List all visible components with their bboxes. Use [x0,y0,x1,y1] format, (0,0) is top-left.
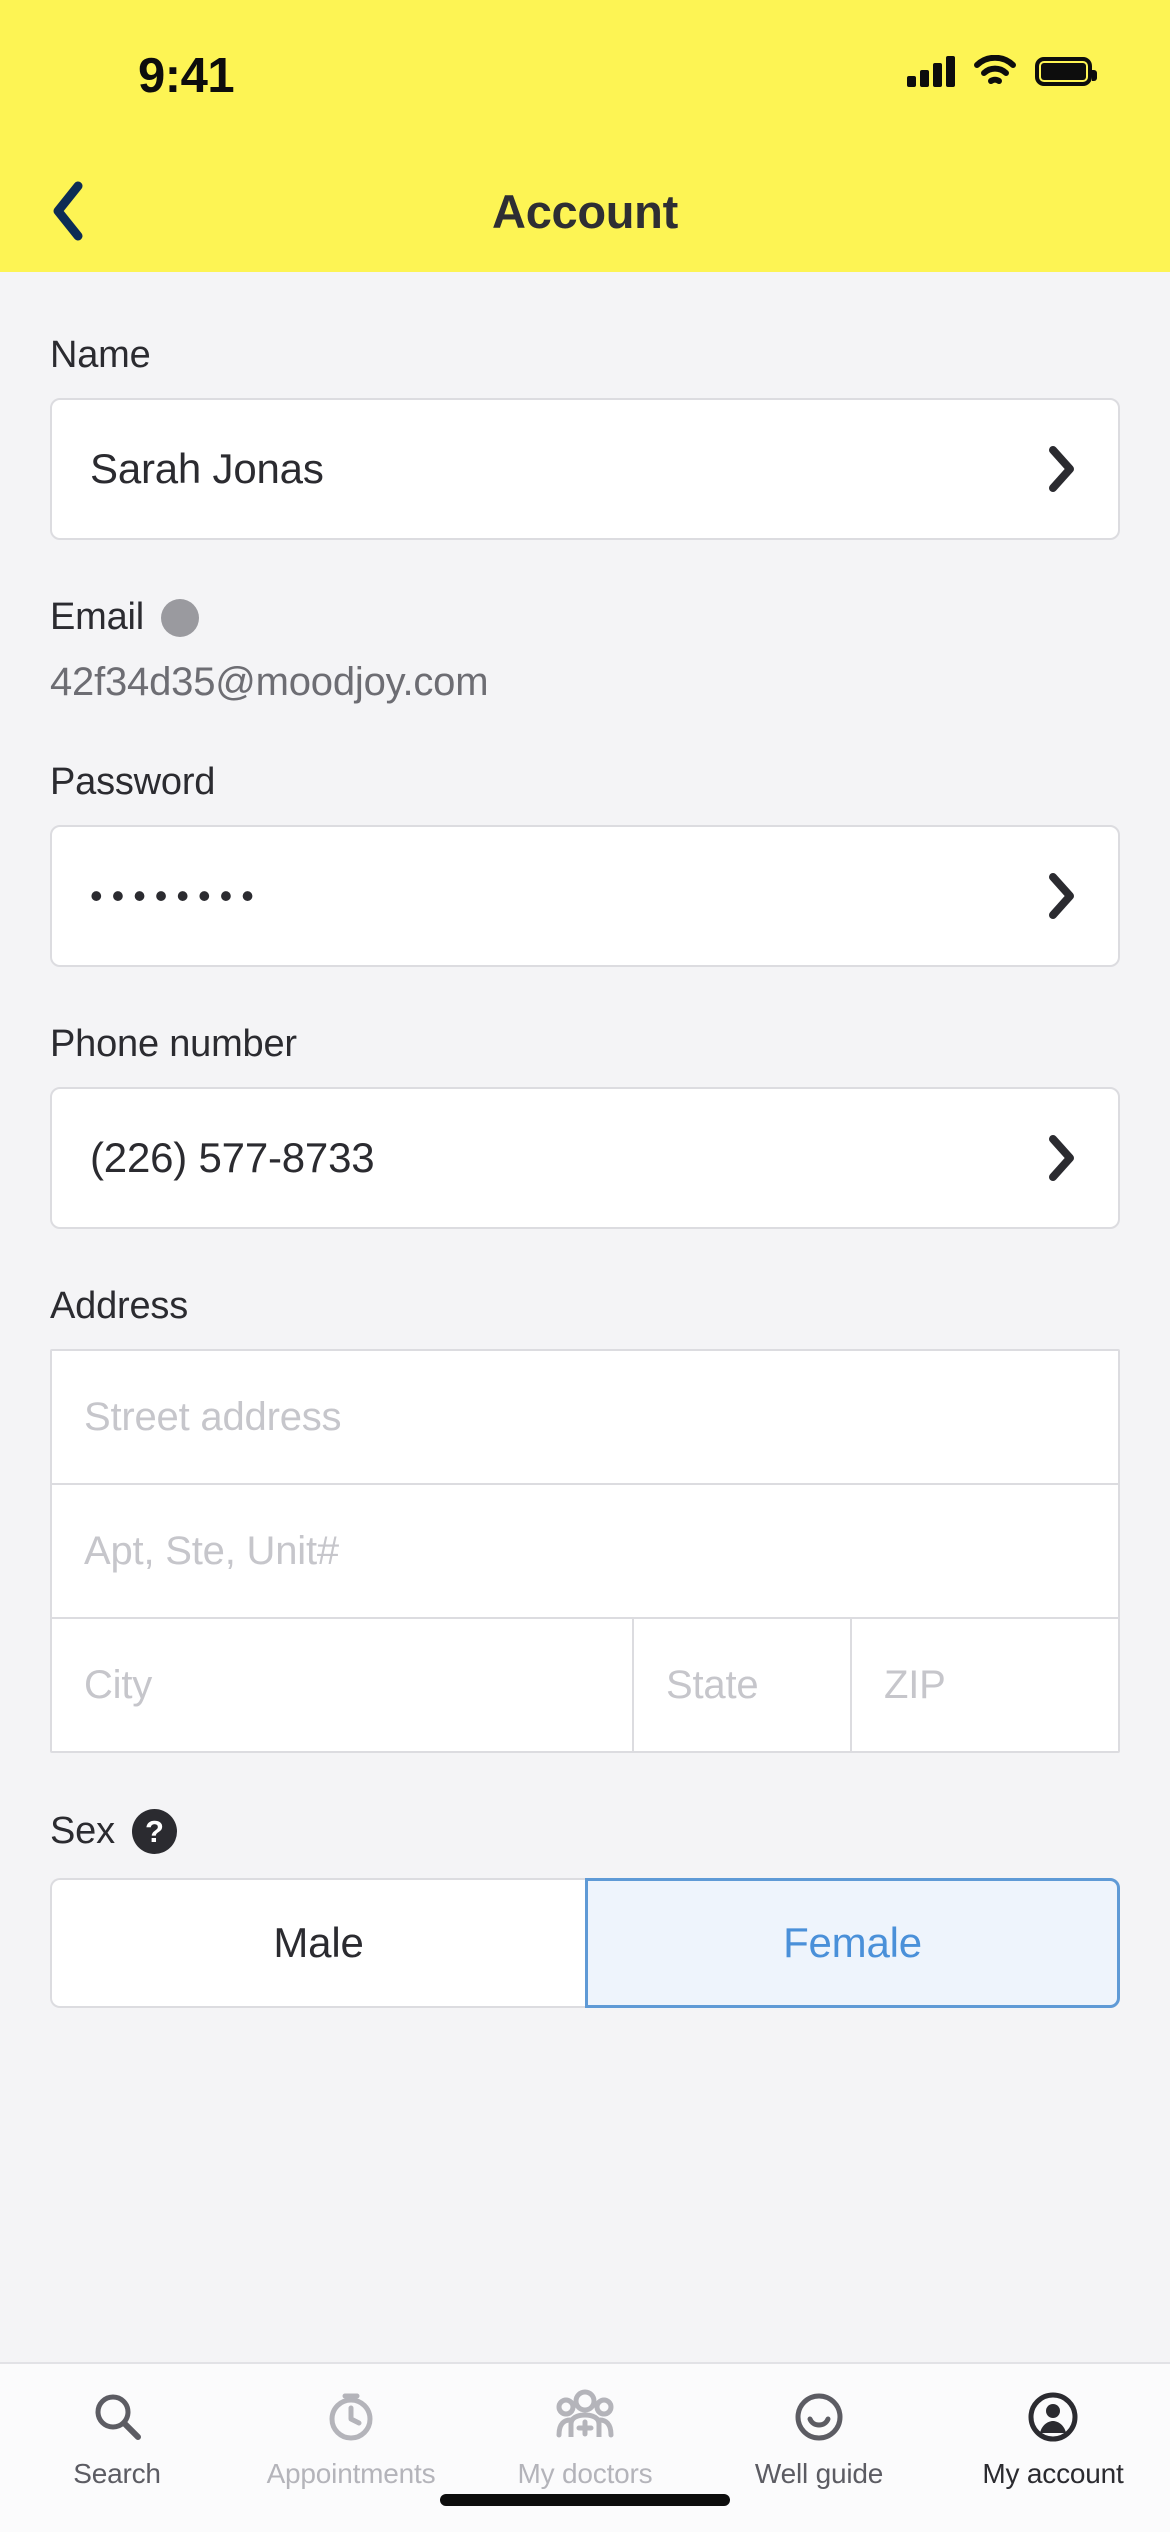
sex-option-female[interactable]: Female [585,1878,1120,2008]
street-address-input[interactable]: Street address [52,1351,1118,1483]
phone-field[interactable]: (226) 577-8733 [50,1087,1120,1229]
tab-label-my-account: My account [982,2458,1124,2489]
sex-option-male[interactable]: Male [50,1878,585,2008]
tab-appointments[interactable]: Appointments [234,2386,468,2490]
address-label: Address [50,1285,189,1327]
address-group: Street address Apt, Ste, Unit# City Stat… [50,1349,1120,1753]
chevron-right-icon [1042,1135,1082,1181]
zip-placeholder: ZIP [884,1662,946,1707]
password-value: •••••••• [90,875,263,916]
email-label: Email [50,596,1120,639]
status-bar-time: 9:41 [138,49,235,103]
phone-label: Phone number [50,1023,297,1065]
question-mark-icon[interactable]: ? [131,1809,177,1854]
chevron-right-icon [1042,873,1082,919]
address-city-state-zip-row: City State ZIP [52,1619,1118,1751]
unit-input[interactable]: Apt, Ste, Unit# [52,1485,1118,1617]
page-title: Account [492,184,678,238]
back-button[interactable] [38,181,98,241]
tab-label-appointments: Appointments [266,2458,436,2489]
gray-dot-icon [161,598,200,637]
email-value: 42f34d35@moodjoy.com [50,660,489,704]
chevron-left-icon [53,181,83,241]
city-input[interactable]: City [52,1619,634,1751]
state-input[interactable]: State [634,1619,852,1751]
cellular-signal-icon [907,55,955,87]
sex-label-text: Sex [50,1810,115,1852]
tab-my-account[interactable]: My account [936,2386,1170,2490]
clock-icon [323,2386,379,2448]
chevron-right-icon [1042,446,1082,492]
email-label-text: Email [50,596,145,638]
account-circle-icon [1025,2386,1081,2448]
bottom-tab-bar: Search Appointments My doctors Well guid… [0,2362,1170,2532]
name-value: Sarah Jonas [90,445,324,492]
search-icon [89,2386,145,2448]
battery-full-icon [1035,56,1097,86]
account-form: Name Sarah Jonas Email 42f34d35@moodjoy.… [0,272,1170,2362]
smiley-icon [791,2386,847,2448]
account-screen: 9:41 Account Name Sarah Jonas Email 42f3… [0,0,1170,2532]
street-address-placeholder: Street address [84,1394,342,1439]
wifi-icon [974,54,1016,87]
tab-search[interactable]: Search [0,2386,234,2490]
navigation-bar: Account [0,150,1170,272]
unit-placeholder: Apt, Ste, Unit# [84,1528,339,1573]
password-field[interactable]: •••••••• [50,825,1120,967]
app-header: 9:41 Account [0,0,1170,272]
zip-input[interactable]: ZIP [852,1619,1118,1751]
sex-label: Sex ? [50,1809,1120,1854]
name-field[interactable]: Sarah Jonas [50,398,1120,540]
tab-label-search: Search [73,2458,161,2489]
city-placeholder: City [84,1662,153,1707]
home-indicator [440,2494,730,2506]
status-bar: 9:41 [0,0,1170,150]
sex-segmented-control: Male Female [50,1878,1120,2008]
name-label: Name [50,334,151,376]
tab-well-guide[interactable]: Well guide [702,2386,936,2490]
address-unit-row: Apt, Ste, Unit# [52,1485,1118,1619]
address-street-row: Street address [52,1351,1118,1485]
password-label: Password [50,761,216,803]
tab-label-well-guide: Well guide [754,2458,884,2489]
tab-label-my-doctors: My doctors [517,2458,653,2489]
state-placeholder: State [666,1662,759,1707]
status-bar-icons [907,54,1097,87]
phone-value: (226) 577-8733 [90,1134,375,1181]
tab-my-doctors[interactable]: My doctors [468,2386,702,2490]
people-medical-icon [553,2386,617,2448]
